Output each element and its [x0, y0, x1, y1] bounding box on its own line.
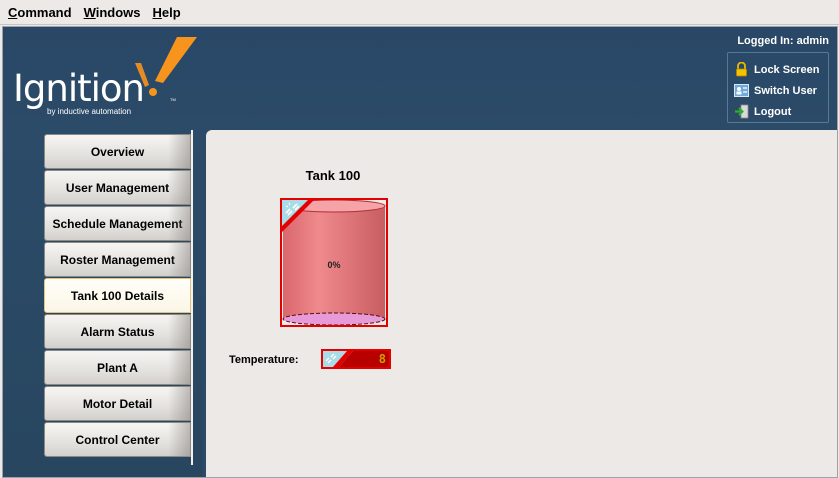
switch-user-label: Switch User	[754, 84, 817, 97]
broken-link-icon	[325, 353, 337, 364]
nav-control-center[interactable]: Control Center	[44, 422, 191, 457]
menu-windows-mnemonic: W	[83, 4, 96, 20]
menu-command[interactable]: Command	[2, 0, 78, 25]
logout-button[interactable]: Logout	[734, 101, 828, 122]
temperature-label: Temperature:	[229, 354, 299, 366]
logout-icon	[734, 104, 749, 119]
temperature-value: 8	[378, 352, 386, 366]
svg-text:TM: TM	[170, 97, 176, 102]
switch-user-icon	[734, 83, 749, 98]
logged-in-label: Logged In: admin	[737, 35, 829, 47]
lock-icon	[734, 61, 749, 77]
logo-subtitle: by inductive automation	[47, 107, 132, 116]
nav-plant-a[interactable]: Plant A	[44, 350, 191, 385]
menu-help-rest: elp	[161, 4, 181, 20]
nav-menu: Overview User Management Schedule Manage…	[44, 134, 191, 458]
tank-title: Tank 100	[305, 168, 361, 183]
broken-link-icon	[285, 202, 300, 216]
client-frame: Ignition TM by inductive automation Logg…	[2, 26, 838, 478]
session-panel: Lock Screen Switch User Logout	[727, 52, 829, 123]
menu-command-rest: ommand	[17, 4, 72, 20]
temperature-display[interactable]: 8	[321, 349, 391, 369]
nav-tank-100-details[interactable]: Tank 100 Details	[44, 278, 191, 313]
main-content: Tank 100 0% Temperature: 8	[206, 130, 837, 477]
tank-level-label: 0%	[327, 260, 341, 270]
nav-roster-management[interactable]: Roster Management	[44, 242, 191, 277]
logout-label: Logout	[754, 105, 792, 118]
switch-user-button[interactable]: Switch User	[734, 80, 828, 101]
menu-windows[interactable]: Windows	[78, 0, 147, 25]
nav-motor-detail[interactable]: Motor Detail	[44, 386, 191, 421]
nav-alarm-status[interactable]: Alarm Status	[44, 314, 191, 349]
menu-windows-rest: indows	[95, 4, 141, 20]
menu-help-mnemonic: H	[152, 4, 162, 20]
sidebar-divider	[191, 130, 193, 465]
menu-help[interactable]: Help	[147, 0, 187, 25]
menu-bar: Command Windows Help	[0, 0, 839, 25]
tank-100-widget[interactable]: 0%	[280, 198, 388, 327]
lock-screen-label: Lock Screen	[754, 63, 820, 76]
nav-user-management[interactable]: User Management	[44, 170, 191, 205]
menu-command-mnemonic: C	[8, 4, 18, 20]
nav-schedule-management[interactable]: Schedule Management	[44, 206, 191, 241]
lock-screen-button[interactable]: Lock Screen	[734, 59, 828, 80]
header: Ignition TM by inductive automation Logg…	[3, 27, 837, 130]
nav-overview[interactable]: Overview	[44, 134, 191, 169]
ignition-logo: Ignition TM by inductive automation	[13, 37, 203, 122]
